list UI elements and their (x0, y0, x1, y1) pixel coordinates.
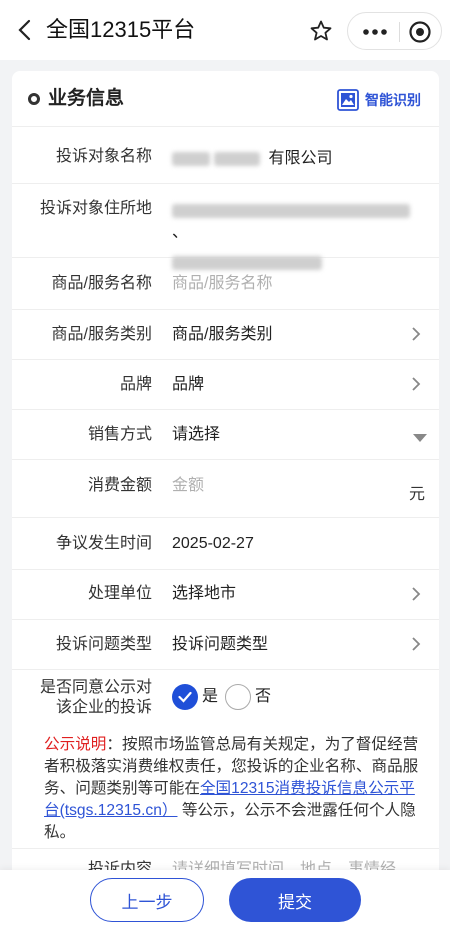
target-name-value: 有限公司 (172, 148, 332, 170)
star-icon (310, 20, 332, 41)
notice-prefix: 公示说明 (44, 736, 107, 753)
consent-yes-label[interactable]: 是 (202, 684, 218, 710)
consent-no-label[interactable]: 否 (255, 684, 271, 710)
brand-label: 品牌 (119, 376, 152, 393)
row-product-category[interactable]: 商品/服务类别 商品/服务类别 (12, 310, 439, 360)
handling-unit-label: 处理单位 (87, 585, 152, 602)
section-dot-icon (28, 93, 40, 105)
back-button[interactable] (10, 14, 40, 46)
check-icon (178, 691, 192, 703)
dispute-date-label: 争议发生时间 (55, 535, 152, 552)
product-category-label: 商品/服务类别 (51, 326, 152, 343)
publish-consent-label-line2: 该企业的投诉 (55, 699, 152, 716)
redacted-text (172, 151, 210, 166)
submit-button[interactable]: 提交 (229, 878, 361, 922)
publish-consent-label-line1: 是否同意公示对 (39, 679, 152, 696)
chevron-right-icon (411, 326, 425, 346)
more-dots-icon (363, 29, 387, 35)
amount-label: 消费金额 (87, 477, 152, 494)
smart-recognition-button[interactable]: 智能识别 (337, 88, 421, 112)
address-tail: 、 (172, 224, 189, 241)
amount-unit: 元 (408, 486, 425, 503)
app-title: 全国12315平台 (46, 17, 196, 42)
row-brand[interactable]: 品牌 品牌 (12, 360, 439, 410)
image-scan-icon (337, 89, 359, 111)
product-name-input[interactable]: 商品/服务名称 (172, 273, 272, 295)
target-name-label: 投诉对象名称 (55, 148, 152, 165)
complaint-type-value: 投诉问题类型 (172, 636, 269, 653)
brand-value: 品牌 (172, 376, 205, 393)
caret-down-icon (413, 430, 427, 448)
sales-method-label: 销售方式 (87, 426, 152, 443)
product-category-value: 商品/服务类别 (172, 326, 273, 343)
more-button[interactable] (358, 19, 392, 45)
target-icon (409, 21, 431, 43)
sales-method-select[interactable]: 请选择 (172, 424, 220, 446)
amount-input[interactable]: 金额 (172, 475, 204, 497)
row-publish-consent: 是否同意公示对 该企业的投诉 是 否 (12, 670, 439, 728)
chevron-right-icon (411, 636, 425, 656)
row-handling-unit[interactable]: 处理单位 选择地市 (12, 570, 439, 620)
top-bar: 全国12315平台 (0, 0, 450, 60)
handling-unit-value: 选择地市 (172, 585, 237, 602)
card-header: 业务信息 智能识别 (12, 71, 439, 127)
chevron-right-icon (411, 376, 425, 396)
row-product-name[interactable]: 商品/服务名称 商品/服务名称 (12, 258, 439, 310)
consent-yes-radio[interactable] (172, 684, 198, 710)
row-sales-method[interactable]: 销售方式 请选择 (12, 410, 439, 460)
row-target-address[interactable]: 投诉对象住所地 、 (12, 184, 439, 270)
complaint-type-label: 投诉问题类型 (55, 636, 152, 653)
row-dispute-date[interactable]: 争议发生时间 2025-02-27 (12, 518, 439, 570)
bottom-action-bar: 上一步 提交 (0, 870, 450, 930)
close-mini-program-button[interactable] (406, 18, 434, 46)
dispute-date-value[interactable]: 2025-02-27 (172, 533, 254, 555)
target-address-label: 投诉对象住所地 (39, 200, 152, 217)
chevron-right-icon (411, 586, 425, 606)
mini-program-capsule (347, 12, 442, 50)
row-amount[interactable]: 消费金额 金额 元 (12, 460, 439, 518)
redacted-text (214, 151, 260, 166)
favorite-button[interactable] (304, 14, 338, 48)
target-name-suffix: 有限公司 (268, 150, 333, 167)
chevron-left-icon (18, 19, 31, 41)
redacted-text (172, 203, 410, 218)
previous-step-button[interactable]: 上一步 (90, 878, 204, 922)
publish-consent-label: 是否同意公示对 该企业的投诉 (40, 678, 152, 718)
section-title: 业务信息 (48, 88, 125, 109)
consent-no-radio[interactable] (225, 684, 251, 710)
product-name-label: 商品/服务名称 (51, 275, 152, 292)
smart-recognition-label: 智能识别 (365, 92, 421, 108)
capsule-divider (399, 22, 400, 42)
row-complaint-type[interactable]: 投诉问题类型 投诉问题类型 (12, 620, 439, 670)
publicity-notice: 公示说明：按照市场监管总局有关规定，为了督促经营者积极落实消费维权责任，您投诉的… (44, 734, 420, 844)
row-target-name[interactable]: 投诉对象名称 有限公司 (12, 132, 439, 184)
